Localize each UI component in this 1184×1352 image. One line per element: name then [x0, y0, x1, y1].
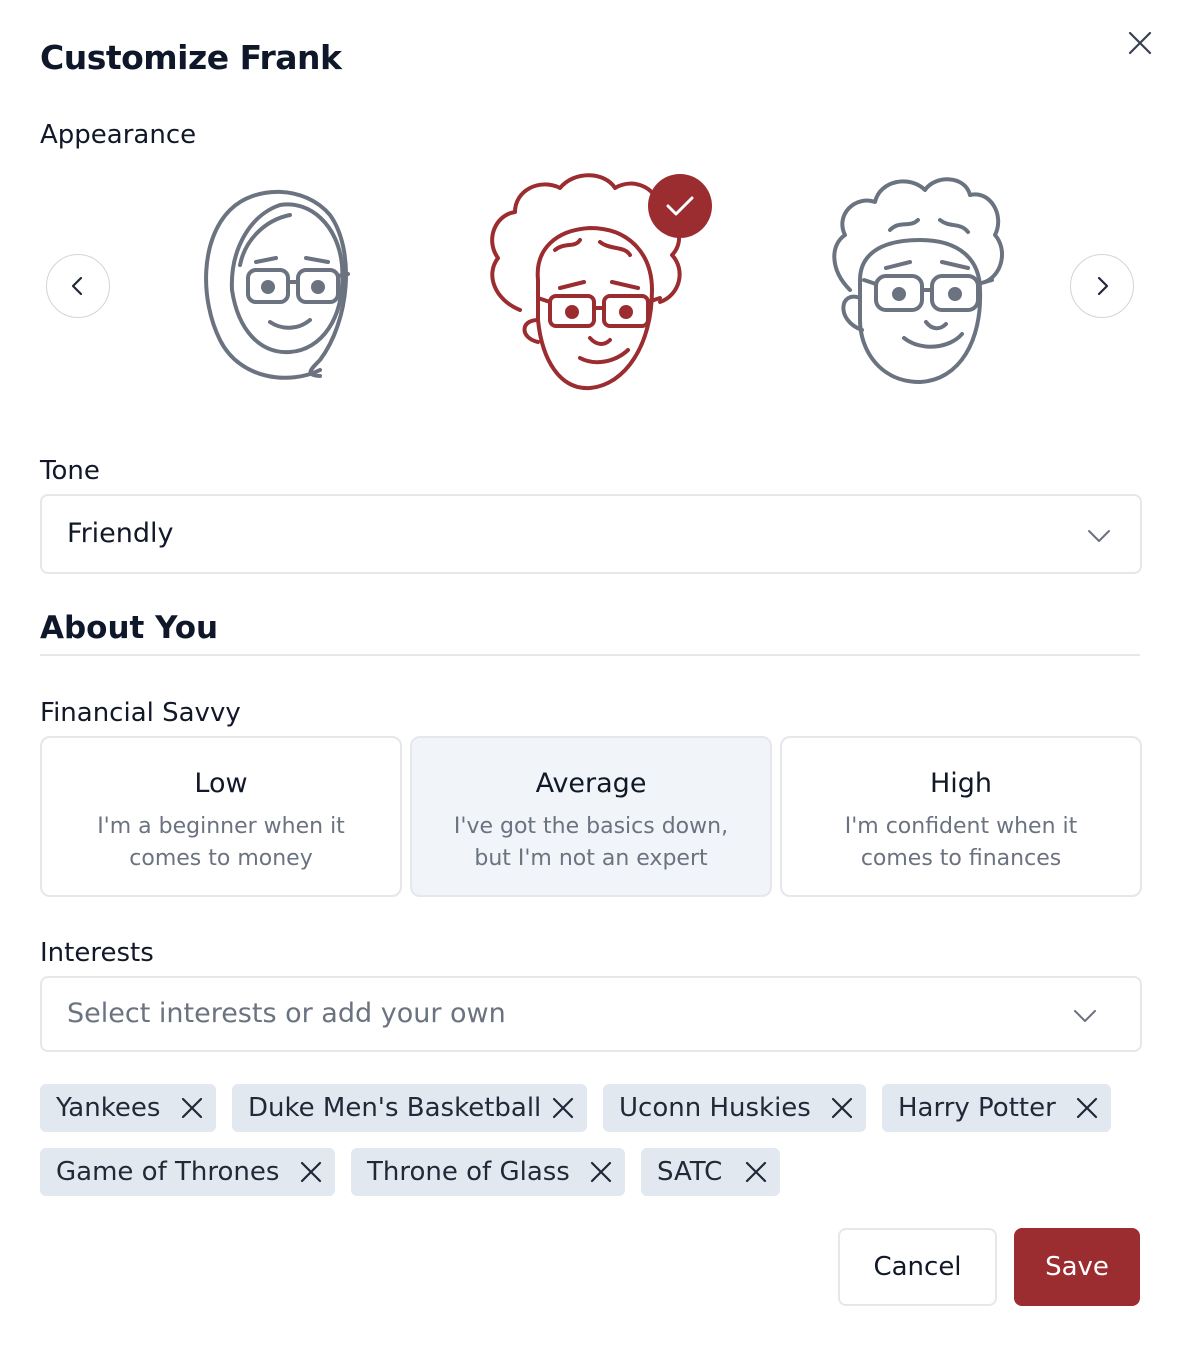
savvy-option-average[interactable]: Average I've got the basics down, but I'… [410, 736, 772, 897]
tone-label: Tone [40, 456, 100, 486]
interest-chip: Game of Thrones [40, 1148, 335, 1196]
remove-chip-icon[interactable] [744, 1160, 768, 1184]
carousel-next-button[interactable] [1070, 254, 1134, 318]
savvy-option-low[interactable]: Low I'm a beginner when it comes to mone… [40, 736, 402, 897]
savvy-option-title: Average [535, 768, 647, 799]
selected-check-badge [648, 174, 712, 238]
tone-value: Friendly [67, 518, 174, 549]
chip-label: SATC [657, 1157, 723, 1187]
chip-label: Throne of Glass [367, 1157, 570, 1187]
interest-chip: Yankees [40, 1084, 216, 1132]
chevron-left-icon [71, 276, 83, 296]
remove-chip-icon[interactable] [1075, 1096, 1099, 1120]
chevron-down-icon [1088, 530, 1110, 542]
chip-label: Uconn Huskies [619, 1093, 811, 1123]
chip-label: Duke Men's Basketball [248, 1093, 542, 1123]
dialog-title: Customize Frank [40, 38, 342, 77]
interests-label: Interests [40, 938, 154, 968]
section-divider [40, 654, 1140, 656]
chevron-right-icon [1097, 276, 1109, 296]
appearance-label: Appearance [40, 120, 197, 150]
chip-label: Harry Potter [898, 1093, 1056, 1123]
remove-chip-icon[interactable] [299, 1160, 323, 1184]
remove-chip-icon[interactable] [551, 1096, 575, 1120]
savvy-option-desc: I'm confident when it comes to finances [844, 814, 1078, 871]
cancel-button[interactable]: Cancel [838, 1228, 997, 1306]
interest-chip: Throne of Glass [351, 1148, 625, 1196]
carousel-prev-button[interactable] [46, 254, 110, 318]
interest-chip: Uconn Huskies [603, 1084, 866, 1132]
chip-label: Game of Thrones [56, 1157, 280, 1187]
chip-label: Yankees [56, 1093, 161, 1123]
save-button[interactable]: Save [1014, 1228, 1140, 1306]
close-icon[interactable] [1124, 27, 1156, 59]
remove-chip-icon[interactable] [180, 1096, 204, 1120]
savvy-option-desc: I'm a beginner when it comes to money [97, 814, 345, 871]
tone-select[interactable]: Friendly [40, 494, 1142, 574]
remove-chip-icon[interactable] [589, 1160, 613, 1184]
chevron-down-icon [1074, 1010, 1096, 1022]
interests-select[interactable]: Select interests or add your own [40, 976, 1142, 1052]
savvy-option-desc: I've got the basics down, but I'm not an… [453, 814, 729, 871]
avatar-carousel [40, 170, 1140, 410]
customize-dialog: Customize Frank Appearance Tone Friendly… [0, 0, 1184, 1352]
interest-chip: SATC [641, 1148, 780, 1196]
avatar-curly-short-glasses[interactable] [810, 170, 1030, 400]
savvy-option-title: Low [194, 768, 248, 799]
interest-chip: Harry Potter [882, 1084, 1111, 1132]
avatar-hijab-glasses[interactable] [170, 170, 390, 400]
savvy-option-high[interactable]: High I'm confident when it comes to fina… [780, 736, 1142, 897]
financial-savvy-label: Financial Savvy [40, 698, 241, 728]
savvy-option-title: High [929, 768, 993, 799]
check-icon [666, 196, 694, 216]
about-you-heading: About You [40, 610, 219, 646]
interest-chip: Duke Men's Basketball [232, 1084, 587, 1132]
remove-chip-icon[interactable] [830, 1096, 854, 1120]
interests-placeholder: Select interests or add your own [67, 998, 506, 1029]
